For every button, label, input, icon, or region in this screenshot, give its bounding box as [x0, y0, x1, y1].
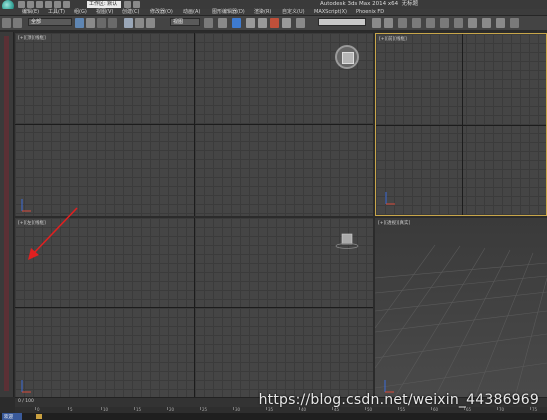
viewport-perspective[interactable]: [+][透视][真实]	[375, 218, 547, 397]
track-tick-label: 5	[70, 407, 73, 412]
grid-home-line-z	[462, 34, 463, 215]
track-tick-label: 0	[37, 407, 40, 412]
viewport-top-label[interactable]: [+][顶][线框]	[18, 35, 46, 41]
track-tick	[101, 407, 102, 410]
undo-tool-icon[interactable]	[2, 18, 11, 28]
menu-create[interactable]: 创建(C)	[122, 9, 139, 16]
maxscript-listener-button[interactable]: 欢迎	[2, 413, 22, 420]
menu-views[interactable]: 视图(V)	[96, 9, 113, 16]
open-file-icon[interactable]	[27, 1, 34, 8]
menu-bar: 编辑(E) 工具(T) 组(G) 视图(V) 创建(C) 修改器(O) 动画(A…	[0, 9, 547, 16]
new-file-icon[interactable]	[18, 1, 25, 8]
align-icon[interactable]	[384, 18, 393, 28]
grid-home-line-y	[194, 33, 195, 216]
tool-b-icon[interactable]	[133, 1, 140, 8]
snaps-toggle-icon[interactable]	[246, 18, 255, 28]
quick-access-toolbar	[18, 1, 70, 8]
rendered-frame-window-icon[interactable]	[482, 18, 491, 28]
title-extra-tools	[124, 1, 140, 8]
menu-modifiers[interactable]: 修改器(O)	[150, 9, 173, 16]
track-tick-label: 10	[103, 407, 109, 412]
redo-icon[interactable]	[54, 1, 61, 8]
track-tick-label: 20	[169, 407, 175, 412]
axis-tripod-icon	[385, 192, 395, 205]
select-object-icon[interactable]	[75, 18, 84, 28]
menu-group[interactable]: 组(G)	[74, 9, 87, 16]
viewcube-icon[interactable]	[335, 232, 359, 250]
track-tick	[200, 407, 201, 410]
track-tick	[134, 407, 135, 410]
modeling-ribbon-rail[interactable]	[4, 36, 9, 391]
link-tool-icon[interactable]	[13, 18, 22, 28]
named-selection-set-input[interactable]	[318, 18, 366, 26]
curve-editor-icon[interactable]	[426, 18, 435, 28]
menu-customize[interactable]: 自定义(U)	[282, 9, 305, 16]
selection-filter-dropdown[interactable]: 全部	[28, 18, 72, 26]
menu-animation[interactable]: 动画(A)	[183, 9, 200, 16]
select-manipulate-icon[interactable]	[218, 18, 227, 28]
material-editor-icon[interactable]	[454, 18, 463, 28]
render-production-icon[interactable]	[496, 18, 505, 28]
rotate-tool-icon[interactable]	[135, 18, 144, 28]
scale-tool-icon[interactable]	[146, 18, 155, 28]
perspective-grid	[375, 244, 547, 397]
left-tool-strip	[0, 32, 14, 397]
menu-rendering[interactable]: 渲染(R)	[254, 9, 271, 16]
viewport-top[interactable]: [+][顶][线框]	[15, 33, 373, 216]
render-iterative-icon[interactable]	[510, 18, 519, 28]
frame-counter: 0 / 100	[18, 399, 34, 404]
schematic-view-icon[interactable]	[440, 18, 449, 28]
track-tick-label: 30	[235, 407, 241, 412]
title-bar: 工作区: 默认 Autodesk 3ds Max 2014 x64 无标题	[0, 0, 547, 12]
keyboard-shortcut-override-icon[interactable]	[232, 18, 241, 28]
save-file-icon[interactable]	[36, 1, 43, 8]
mirror-icon[interactable]	[372, 18, 381, 28]
tool-a-icon[interactable]	[124, 1, 131, 8]
spinner-snap-icon[interactable]	[282, 18, 291, 28]
menu-phoenix-fd[interactable]: Phoenix FD	[356, 9, 384, 16]
track-tick-label: 25	[202, 407, 208, 412]
viewport-front[interactable]: [+][前][线框]	[375, 33, 547, 216]
layer-manager-icon[interactable]	[398, 18, 407, 28]
undo-icon[interactable]	[45, 1, 52, 8]
viewport-front-label[interactable]: [+][前][线框]	[379, 36, 407, 42]
menu-graph-editors[interactable]: 图形编辑器(D)	[212, 9, 245, 16]
percent-snap-icon[interactable]	[270, 18, 279, 28]
key-icon[interactable]	[36, 414, 42, 419]
window-crossing-icon[interactable]	[108, 18, 117, 28]
axis-tripod-icon	[21, 380, 31, 393]
grid-home-line-z	[194, 218, 195, 397]
watermark-text: https://blog.csdn.net/weixin_44386969	[258, 392, 539, 408]
menu-maxscript[interactable]: MAXScript(X)	[314, 9, 347, 16]
track-tick	[68, 407, 69, 410]
edit-named-selection-icon[interactable]	[296, 18, 305, 28]
select-by-name-icon[interactable]	[86, 18, 95, 28]
main-toolbar: 全部 视图	[0, 16, 547, 31]
status-bar: 欢迎	[0, 413, 547, 420]
workspace-dropdown[interactable]: 工作区: 默认	[87, 1, 121, 8]
pivot-center-icon[interactable]	[204, 18, 213, 28]
graphite-toolbar-icon[interactable]	[412, 18, 421, 28]
annotation-arrow-icon	[28, 207, 78, 260]
viewport-perspective-label[interactable]: [+][透视][真实]	[378, 220, 410, 226]
menu-edit[interactable]: 编辑(E)	[22, 9, 39, 16]
menu-tools[interactable]: 工具(T)	[48, 9, 65, 16]
reference-coordinate-dropdown[interactable]: 视图	[170, 18, 200, 26]
track-tick	[167, 407, 168, 410]
track-tick	[35, 407, 36, 410]
angle-snap-icon[interactable]	[258, 18, 267, 28]
move-tool-icon[interactable]	[124, 18, 133, 28]
project-folder-icon[interactable]	[63, 1, 70, 8]
steering-wheel-icon[interactable]	[335, 45, 359, 69]
render-setup-icon[interactable]	[468, 18, 477, 28]
window-title: Autodesk 3ds Max 2014 x64 无标题	[320, 1, 419, 7]
status-welcome-label: 欢迎	[4, 415, 13, 420]
region-select-icon[interactable]	[97, 18, 106, 28]
track-tick	[233, 407, 234, 410]
track-tick-label: 15	[136, 407, 142, 412]
